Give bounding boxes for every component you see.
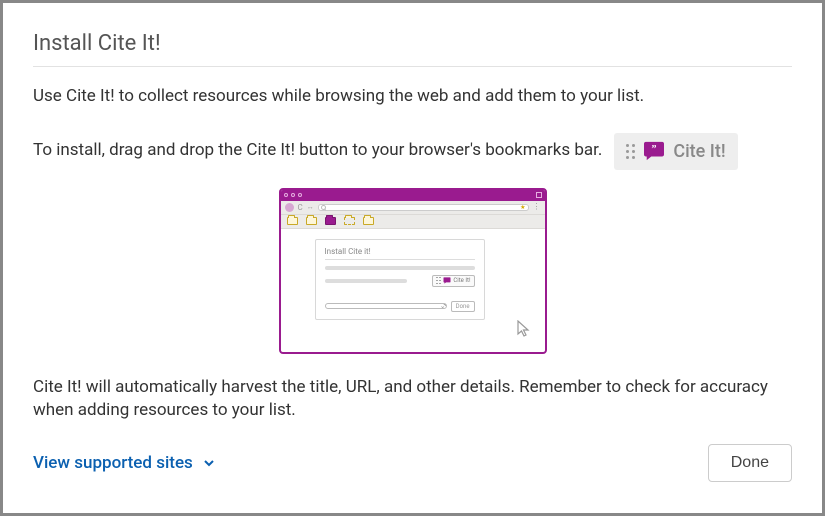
supported-link-label: View supported sites — [33, 453, 193, 473]
quote-bubble-icon: ” — [643, 141, 665, 161]
done-button[interactable]: Done — [708, 444, 792, 482]
instruction-row: To install, drag and drop the Cite It! b… — [33, 133, 792, 170]
intro-text: Use Cite It! to collect resources while … — [33, 85, 792, 109]
install-cite-it-modal: Install Cite It! Use Cite It! to collect… — [0, 0, 825, 516]
divider — [33, 66, 792, 67]
mock-bookmarks-bar — [281, 215, 545, 229]
bookmarklet-label: Cite It! — [673, 141, 725, 162]
modal-title: Install Cite It! — [33, 31, 792, 56]
browser-mockup-illustration: C ↔ ★ ⋮ Install Cite it! — [279, 188, 547, 354]
cursor-icon — [517, 320, 531, 338]
svg-text:”: ” — [652, 144, 657, 155]
note-text: Cite It! will automatically harvest the … — [33, 376, 792, 422]
mock-cite-button: Cite It! — [432, 275, 474, 287]
mock-titlebar — [281, 190, 545, 201]
instruction-text: To install, drag and drop the Cite It! b… — [33, 139, 602, 163]
mock-panel-title: Install Cite it! — [325, 247, 475, 256]
chevron-down-icon — [203, 457, 215, 469]
mock-panel: Install Cite it! Cite It! ⌄ Done — [315, 239, 485, 320]
mock-done-button: Done — [451, 301, 475, 312]
cite-it-bookmarklet[interactable]: ” Cite It! — [614, 133, 737, 170]
modal-footer: View supported sites Done — [33, 444, 792, 482]
drag-handle-icon — [626, 144, 635, 159]
view-supported-sites-link[interactable]: View supported sites — [33, 453, 215, 473]
mock-toolbar: C ↔ ★ ⋮ — [281, 201, 545, 215]
